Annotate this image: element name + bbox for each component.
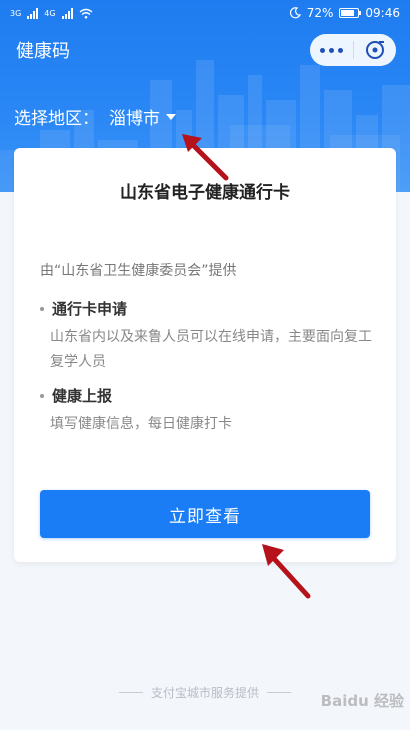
- page-title: 健康码: [16, 41, 70, 62]
- card-title: 山东省电子健康通行卡: [120, 183, 290, 203]
- battery-percent: 72%: [306, 6, 334, 20]
- section-health-report: 健康上报 填写健康信息，每日健康打卡: [40, 385, 380, 437]
- region-selector-row: 选择地区： 淄博市: [14, 100, 176, 132]
- region-dropdown[interactable]: 淄博市: [109, 104, 176, 129]
- close-target-icon: [365, 41, 384, 59]
- signal-icon: [61, 7, 73, 19]
- clock: 09:46: [365, 6, 400, 20]
- health-pass-card: 山东省电子健康通行卡 由“山东省卫生健康委员会”提供 通行卡申请 山东省内以及来…: [14, 148, 396, 562]
- baidu-watermark: Baidu 经验: [320, 692, 404, 710]
- close-button[interactable]: [354, 34, 397, 66]
- section-title: 健康上报: [52, 387, 113, 405]
- battery-icon: [339, 8, 362, 18]
- section-pass-application: 通行卡申请 山东省内以及来鲁人员可以在线申请，主要面向复工复学人员: [40, 298, 380, 375]
- view-now-button[interactable]: 立即查看: [40, 490, 370, 538]
- more-button[interactable]: [310, 34, 353, 66]
- bullet-dot: [40, 306, 44, 311]
- title-bar: 健康码: [0, 30, 410, 70]
- footer-divider: [267, 692, 291, 693]
- provider-text: 由“山东省卫生健康委员会”提供: [40, 263, 237, 279]
- dropdown-caret-icon: [166, 114, 176, 120]
- footer-text: 支付宝城市服务提供: [150, 686, 259, 700]
- section-description: 山东省内以及来鲁人员可以在线申请，主要面向复工复学人员: [50, 329, 372, 370]
- moon-icon: [289, 7, 301, 19]
- signal-icon: [27, 7, 39, 19]
- network-type-2: 4G: [44, 8, 56, 18]
- region-value: 淄博市: [109, 108, 160, 129]
- more-dots-icon: [319, 47, 343, 53]
- status-bar: 3G 4G 72% 09:46: [0, 0, 410, 26]
- network-type-1: 3G: [10, 8, 22, 18]
- wifi-icon: [79, 8, 93, 19]
- footer-divider: [118, 692, 143, 693]
- mini-program-capsule: [310, 34, 396, 66]
- bullet-dot: [40, 393, 44, 398]
- section-description: 填写健康信息，每日健康打卡: [50, 416, 232, 432]
- section-title: 通行卡申请: [52, 300, 128, 318]
- region-label: 选择地区：: [14, 108, 99, 129]
